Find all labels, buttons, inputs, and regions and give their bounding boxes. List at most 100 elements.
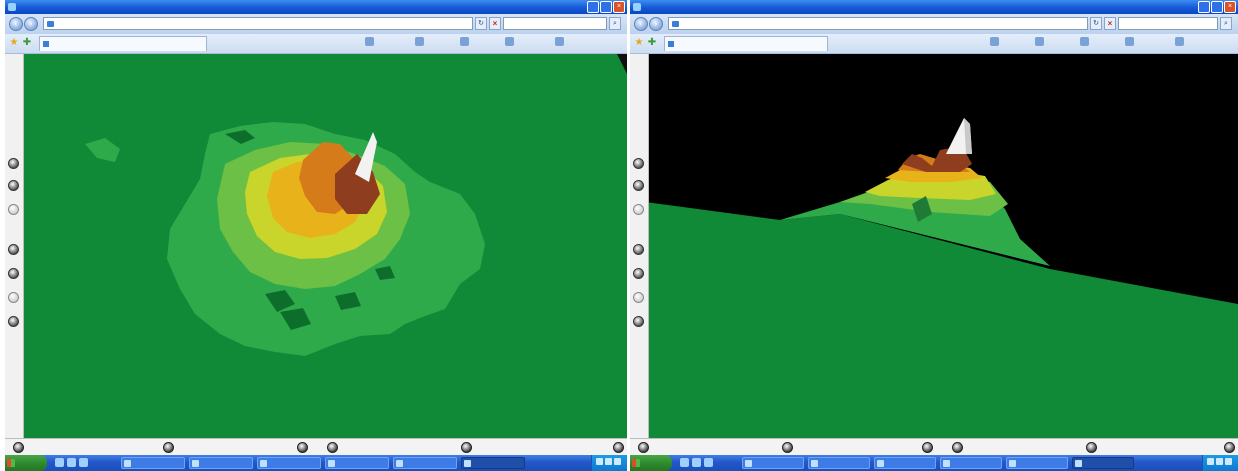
tray-security-icon[interactable] [614, 458, 621, 465]
tabs-and-command-bar: ★ ✚ [5, 34, 627, 54]
page-menu[interactable] [505, 37, 516, 50]
zoom-plus-control[interactable] [327, 442, 338, 453]
terrain-viewport-side[interactable] [630, 54, 1238, 438]
viewer-bottom-controls [5, 438, 627, 456]
close-window-button[interactable]: × [613, 1, 625, 13]
task-icon [328, 460, 335, 467]
settings-control[interactable] [461, 442, 472, 453]
terrain-viewport-top-down[interactable] [5, 54, 627, 438]
task-icon [192, 460, 199, 467]
url-input[interactable] [43, 17, 473, 30]
start-button[interactable] [5, 455, 47, 471]
play-control[interactable] [13, 442, 24, 453]
forward-button[interactable]: › [649, 17, 663, 31]
rotate-down-control[interactable] [633, 180, 644, 191]
search-input[interactable] [1118, 17, 1218, 30]
refresh-button[interactable]: ↻ [1090, 17, 1102, 30]
rotate-down-control[interactable] [8, 180, 19, 191]
back-button[interactable]: ‹ [9, 17, 23, 31]
tray-volume-icon[interactable] [1216, 458, 1223, 465]
zoom-out-control[interactable] [8, 268, 19, 279]
taskbar-item-6[interactable] [1072, 457, 1134, 469]
quick-launch-ie-icon[interactable] [55, 458, 64, 467]
feeds-button[interactable] [415, 37, 426, 50]
taskbar-item-3[interactable] [874, 457, 936, 469]
zoom-plus-control[interactable] [952, 442, 963, 453]
rotate-up-control[interactable] [8, 158, 19, 169]
quick-launch-media-icon[interactable] [79, 458, 88, 467]
print-button[interactable] [1080, 37, 1091, 50]
forward-button[interactable]: › [24, 17, 38, 31]
search-button[interactable]: ⌕ [609, 17, 621, 30]
taskbar-item-5[interactable] [1006, 457, 1068, 469]
pan-control[interactable] [633, 316, 644, 327]
search-input[interactable] [503, 17, 607, 30]
tray-security-icon[interactable] [1225, 458, 1232, 465]
start-button[interactable] [630, 455, 672, 471]
tray-volume-icon[interactable] [605, 458, 612, 465]
zoom-minus-control[interactable] [297, 442, 308, 453]
zoom-in-control[interactable] [633, 244, 644, 255]
pan-control[interactable] [8, 316, 19, 327]
taskbar-item-1[interactable] [121, 457, 185, 469]
browser-app-icon [8, 3, 16, 11]
print-button[interactable] [460, 37, 471, 50]
task-icon [260, 460, 267, 467]
tray-network-icon[interactable] [1207, 458, 1214, 465]
add-favorite-icon[interactable]: ✚ [647, 38, 657, 48]
minimize-button[interactable] [587, 1, 599, 13]
taskbar-item-2[interactable] [808, 457, 870, 469]
taskbar-item-5[interactable] [393, 457, 457, 469]
stop-button[interactable]: × [1104, 17, 1116, 30]
taskbar-item-6[interactable] [461, 457, 525, 469]
taskbar-item-1[interactable] [742, 457, 804, 469]
rotate-up-control[interactable] [633, 158, 644, 169]
play-control[interactable] [638, 442, 649, 453]
tab-current[interactable] [39, 36, 207, 51]
back-button[interactable]: ‹ [634, 17, 648, 31]
home-button[interactable] [365, 37, 376, 50]
tilt-control[interactable] [633, 292, 644, 303]
taskbar-item-4[interactable] [940, 457, 1002, 469]
maximize-button[interactable] [600, 1, 612, 13]
task-icon [464, 460, 471, 467]
title-bar[interactable]: × [630, 0, 1238, 14]
quick-launch-media-icon[interactable] [704, 458, 713, 467]
taskbar-item-3[interactable] [257, 457, 321, 469]
star-icon[interactable]: ★ [9, 38, 19, 48]
page-menu[interactable] [1125, 37, 1136, 50]
help-control[interactable] [1224, 442, 1235, 453]
tools-menu[interactable] [555, 37, 566, 50]
quick-launch-desktop-icon[interactable] [692, 458, 701, 467]
star-icon[interactable]: ★ [634, 38, 644, 48]
settings-control[interactable] [1086, 442, 1097, 453]
tools-menu[interactable] [1175, 37, 1186, 50]
taskbar-item-4[interactable] [325, 457, 389, 469]
search-button[interactable]: ⌕ [1220, 17, 1232, 30]
step-control[interactable] [163, 442, 174, 453]
add-favorite-icon[interactable]: ✚ [22, 38, 32, 48]
minimize-button[interactable] [1198, 1, 1210, 13]
title-bar[interactable]: × [5, 0, 627, 14]
quick-launch-desktop-icon[interactable] [67, 458, 76, 467]
zoom-out-control[interactable] [633, 268, 644, 279]
task-icon [124, 460, 131, 467]
quick-launch-ie-icon[interactable] [680, 458, 689, 467]
tab-current[interactable] [664, 36, 828, 51]
feeds-button[interactable] [1035, 37, 1046, 50]
step-control[interactable] [782, 442, 793, 453]
maximize-button[interactable] [1211, 1, 1223, 13]
stop-button[interactable]: × [489, 17, 501, 30]
taskbar-item-2[interactable] [189, 457, 253, 469]
zoom-minus-control[interactable] [922, 442, 933, 453]
home-button[interactable] [990, 37, 1001, 50]
close-window-button[interactable]: × [1224, 1, 1236, 13]
tilt-control[interactable] [8, 292, 19, 303]
reset-view-control[interactable] [633, 204, 644, 215]
zoom-in-control[interactable] [8, 244, 19, 255]
reset-view-control[interactable] [8, 204, 19, 215]
help-control[interactable] [613, 442, 624, 453]
url-input[interactable] [668, 17, 1088, 30]
refresh-button[interactable]: ↻ [475, 17, 487, 30]
tray-network-icon[interactable] [596, 458, 603, 465]
